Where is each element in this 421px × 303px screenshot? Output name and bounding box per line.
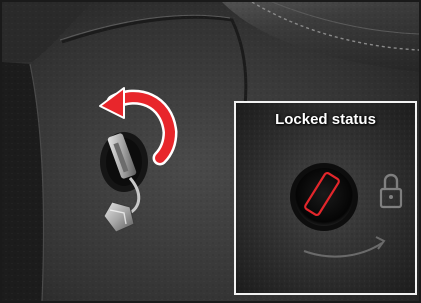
inset-title: Locked status: [275, 111, 376, 128]
photo-frame: Locked status: [0, 0, 421, 303]
locked-status-inset: Locked status: [234, 101, 417, 295]
inset-detail-photo: [236, 103, 415, 293]
